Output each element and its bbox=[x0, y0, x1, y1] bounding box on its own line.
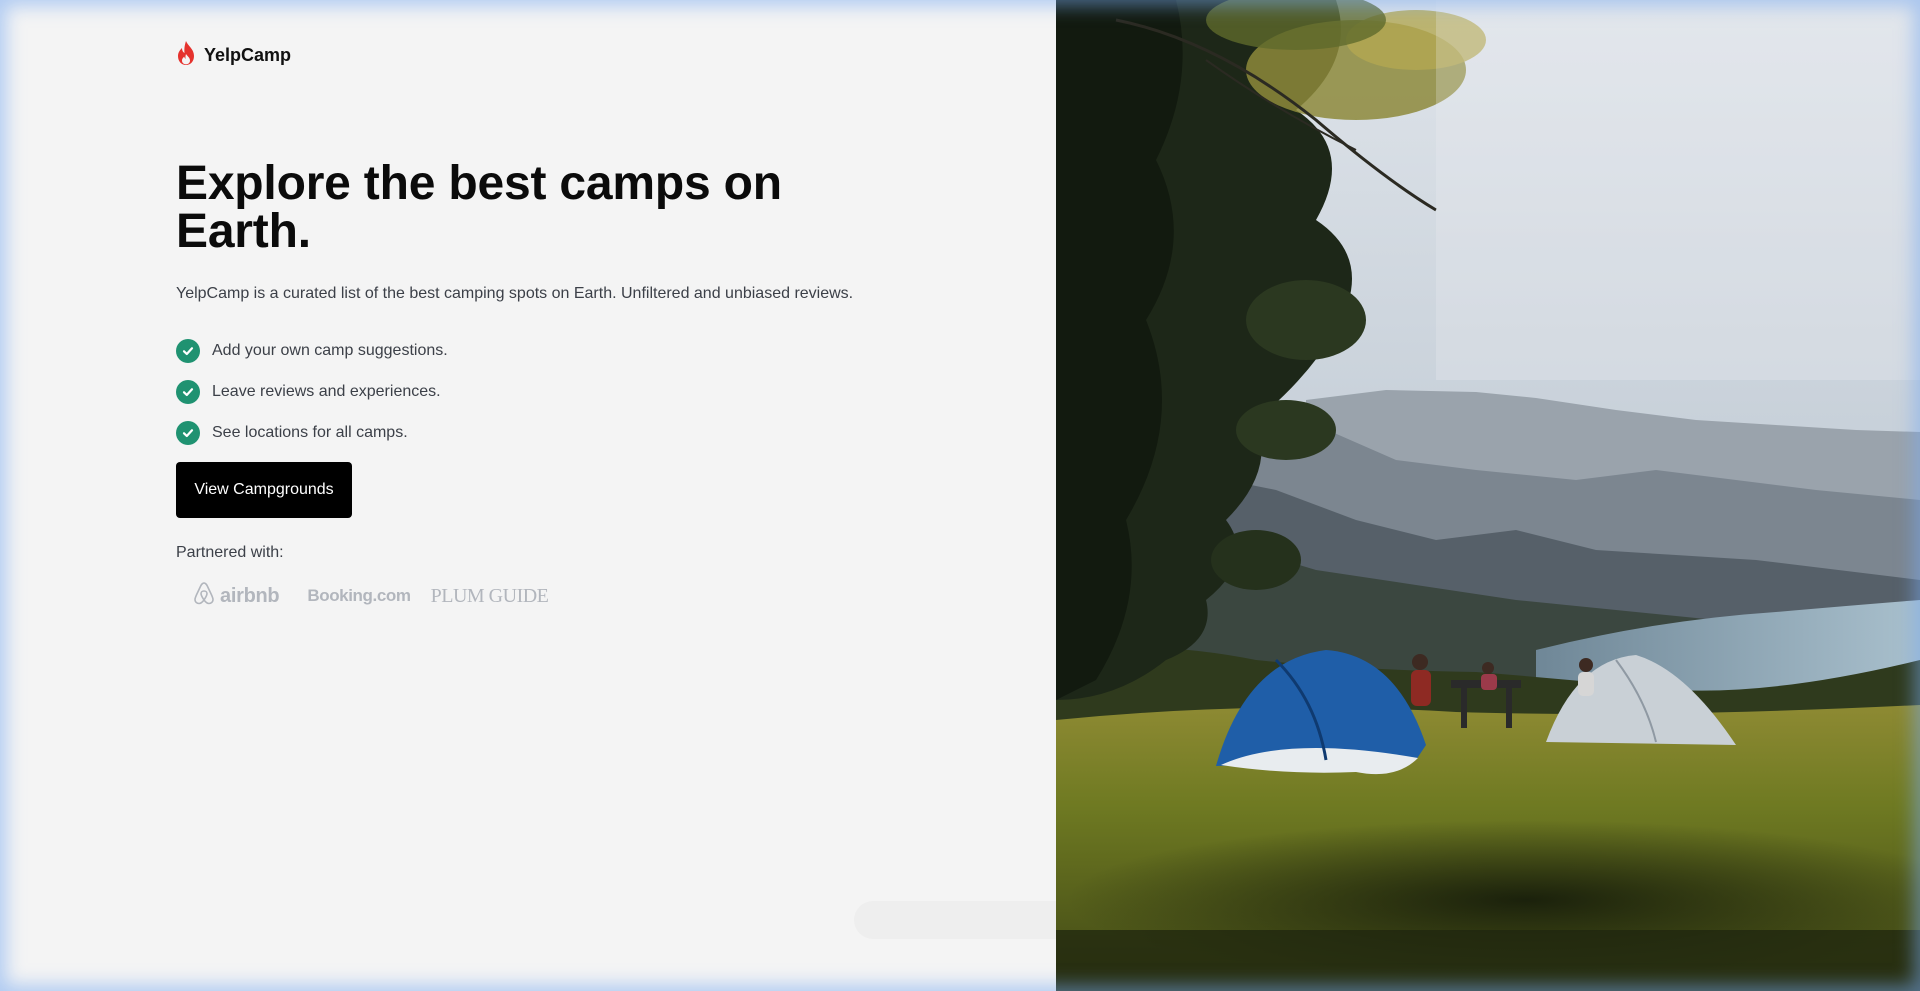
airbnb-logo: airbnb bbox=[192, 580, 280, 612]
check-circle-icon bbox=[176, 338, 200, 363]
page-subtitle: YelpCamp is a curated list of the best c… bbox=[176, 285, 854, 302]
feature-item: Add your own camp suggestions. bbox=[176, 330, 448, 371]
brand-name: YelpCamp bbox=[204, 45, 292, 65]
brand[interactable]: YelpCamp bbox=[176, 40, 291, 71]
partners-label: Partnered with: bbox=[176, 544, 284, 561]
airbnb-wordmark: airbnb bbox=[220, 584, 280, 607]
landing-page: YelpCamp Explore the best camps on Earth… bbox=[0, 0, 1920, 991]
feature-text: Add your own camp suggestions. bbox=[212, 341, 448, 359]
check-circle-icon bbox=[176, 420, 200, 445]
booking-wordmark: Booking.com bbox=[307, 586, 411, 605]
hero-image bbox=[1056, 0, 1920, 991]
check-circle-icon bbox=[176, 379, 200, 404]
campsite-photo bbox=[1056, 0, 1920, 991]
page-title: Explore the best camps on Earth. bbox=[176, 157, 782, 258]
booking-logo: Booking.com bbox=[307, 586, 411, 606]
feature-list: Add your own camp suggestions. Leave rev… bbox=[176, 330, 448, 453]
airbnb-icon bbox=[192, 580, 216, 612]
flame-icon bbox=[176, 40, 196, 71]
feature-text: Leave reviews and experiences. bbox=[212, 382, 441, 400]
plum-guide-logo: PLUM GUIDE bbox=[431, 585, 549, 608]
feature-item: See locations for all camps. bbox=[176, 412, 448, 453]
partner-logos: airbnb Booking.com PLUM GUIDE bbox=[192, 580, 549, 612]
view-campgrounds-button[interactable]: View Campgrounds bbox=[176, 462, 352, 518]
feature-item: Leave reviews and experiences. bbox=[176, 371, 448, 412]
feature-text: See locations for all camps. bbox=[212, 423, 408, 441]
plum-guide-wordmark: PLUM GUIDE bbox=[430, 584, 549, 607]
content-panel: YelpCamp Explore the best camps on Earth… bbox=[0, 0, 1094, 991]
